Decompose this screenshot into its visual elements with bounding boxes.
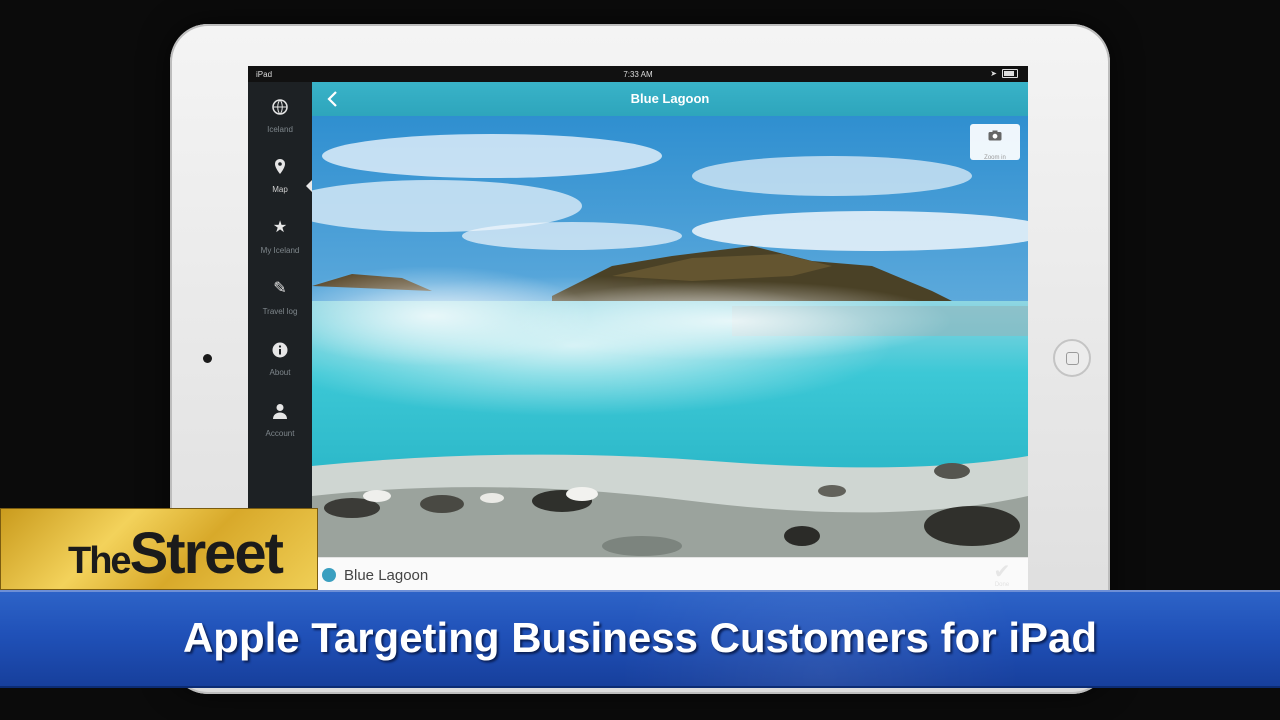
sidebar-item-iceland[interactable]: Iceland bbox=[248, 92, 312, 148]
status-indicators: ➤ bbox=[990, 69, 1018, 78]
sidebar-item-map[interactable]: Map bbox=[248, 152, 312, 208]
info-icon bbox=[271, 341, 289, 359]
sidebar-item-account[interactable]: Account bbox=[248, 396, 312, 452]
status-time: 7:33 AM bbox=[623, 70, 653, 79]
headline-text: Apple Targeting Business Customers for i… bbox=[182, 614, 1098, 661]
logo-the: The bbox=[68, 540, 132, 582]
logo-wordmark: TheStreet bbox=[68, 520, 284, 587]
headline-banner: Apple Targeting Business Customers for i… bbox=[0, 590, 1280, 688]
ipad-screen: iPad 7:33 AM ➤ Iceland Map ★ My Iceland … bbox=[248, 66, 1028, 591]
pencil-icon: ✎ bbox=[273, 280, 287, 297]
home-button[interactable] bbox=[1053, 339, 1091, 377]
person-icon bbox=[271, 402, 289, 420]
caption-text: Blue Lagoon bbox=[344, 567, 429, 584]
sidebar-item-about[interactable]: About bbox=[248, 335, 312, 391]
location-arrow-icon: ➤ bbox=[990, 69, 997, 78]
status-bar: iPad 7:33 AM ➤ bbox=[248, 66, 1028, 82]
detail-pane: Blue Lagoon Zoom in Blue Lagoon ✔ Done bbox=[312, 82, 1028, 591]
map-pin-icon bbox=[271, 158, 289, 176]
checkmark-icon: ✔ bbox=[993, 561, 1011, 583]
caption-bar: Blue Lagoon ✔ Done bbox=[312, 557, 1028, 591]
battery-icon bbox=[1002, 69, 1018, 78]
logo-street: Street bbox=[129, 521, 284, 586]
sidebar-item-label: Travel log bbox=[262, 307, 298, 316]
globe-icon bbox=[271, 98, 289, 116]
sidebar-item-my-iceland[interactable]: ★ My Iceland bbox=[248, 213, 312, 269]
camera-icon bbox=[970, 130, 1020, 144]
star-icon: ★ bbox=[272, 219, 288, 236]
sidebar-item-label: Iceland bbox=[267, 125, 293, 134]
lagoon-photo[interactable] bbox=[312, 116, 1028, 557]
location-marker-icon bbox=[322, 568, 336, 582]
sidebar-item-travel-log[interactable]: ✎ Travel log bbox=[248, 274, 312, 330]
sidebar-item-label: Account bbox=[265, 429, 295, 438]
done-label: Done bbox=[994, 582, 1010, 588]
thestreet-logo: TheStreet bbox=[0, 508, 318, 590]
front-camera bbox=[203, 354, 212, 363]
sidebar-item-label: My Iceland bbox=[260, 246, 300, 255]
zoom-label: Zoom in bbox=[984, 155, 1006, 161]
done-button[interactable]: ✔ Done bbox=[984, 562, 1020, 590]
sidebar-item-label: About bbox=[269, 368, 291, 377]
zoom-in-button[interactable]: Zoom in bbox=[970, 124, 1020, 161]
nav-bar: Blue Lagoon bbox=[312, 82, 1028, 116]
page-title: Blue Lagoon bbox=[630, 91, 710, 106]
sidebar-item-label: Map bbox=[272, 185, 288, 194]
